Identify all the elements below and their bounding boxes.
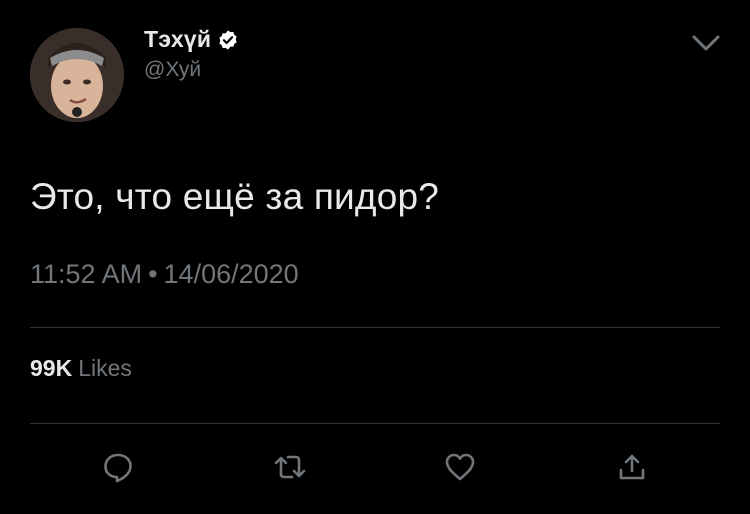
reply-button[interactable] <box>98 447 138 487</box>
share-icon <box>619 454 645 480</box>
divider-top <box>30 327 720 328</box>
reply-icon <box>104 453 132 483</box>
share-button[interactable] <box>612 447 652 487</box>
retweet-button[interactable] <box>270 447 310 487</box>
like-button[interactable] <box>440 447 480 487</box>
divider-bottom <box>30 423 720 424</box>
avatar[interactable] <box>30 28 124 122</box>
avatar-image <box>30 28 124 122</box>
heart-icon <box>445 453 475 481</box>
name-row: Тэхүй <box>144 26 239 53</box>
chevron-down-icon[interactable] <box>688 28 724 58</box>
verified-badge-icon <box>219 29 237 50</box>
likes-stat[interactable]: 99K Likes <box>30 355 132 382</box>
user-handle[interactable]: @Хуй <box>144 58 201 82</box>
tweet-time[interactable]: 11:52 AM <box>30 259 142 289</box>
display-name[interactable]: Тэхүй <box>144 26 211 53</box>
meta-separator: • <box>148 259 158 289</box>
likes-count: 99K <box>30 355 73 381</box>
tweet-meta: 11:52 AM • 14/06/2020 <box>30 259 299 290</box>
tweet-text: Это, что ещё за пидор? <box>30 176 440 217</box>
retweet-icon <box>274 455 306 479</box>
tweet-date[interactable]: 14/06/2020 <box>164 259 299 289</box>
likes-label: Likes <box>78 355 132 381</box>
